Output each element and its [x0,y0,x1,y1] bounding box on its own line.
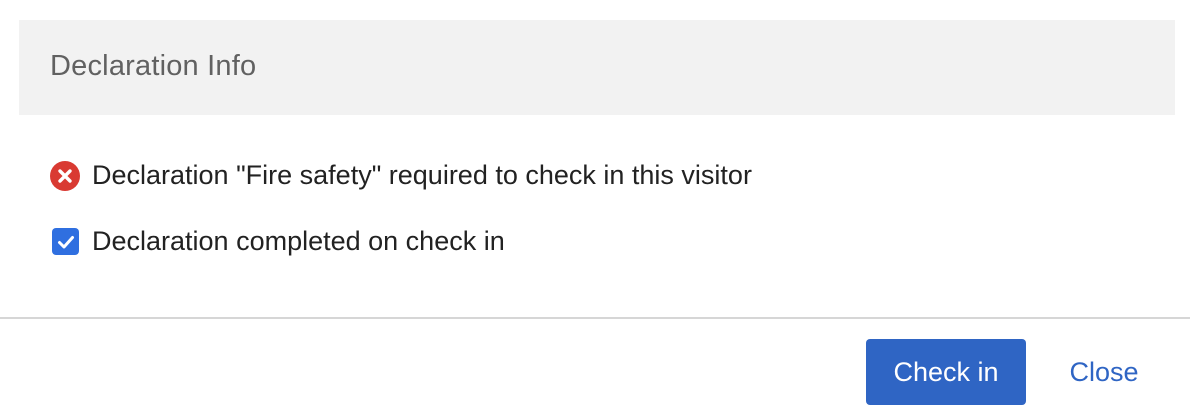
close-button[interactable]: Close [1050,339,1158,405]
footer-divider [0,317,1190,319]
declaration-dialog: Declaration Info Declaration "Fire safet… [0,0,1190,419]
dialog-header: Declaration Info [19,20,1175,115]
error-circle-x-icon [50,160,80,191]
checkmark-icon [57,235,74,248]
dialog-title: Declaration Info [50,50,257,82]
declaration-completed-row[interactable]: Declaration completed on check in [50,226,505,257]
declaration-completed-checkbox[interactable] [52,228,79,255]
declaration-required-message: Declaration "Fire safety" required to ch… [50,160,752,191]
declaration-required-text: Declaration "Fire safety" required to ch… [92,160,752,190]
declaration-completed-label[interactable]: Declaration completed on check in [92,226,505,257]
check-in-button[interactable]: Check in [866,339,1026,405]
